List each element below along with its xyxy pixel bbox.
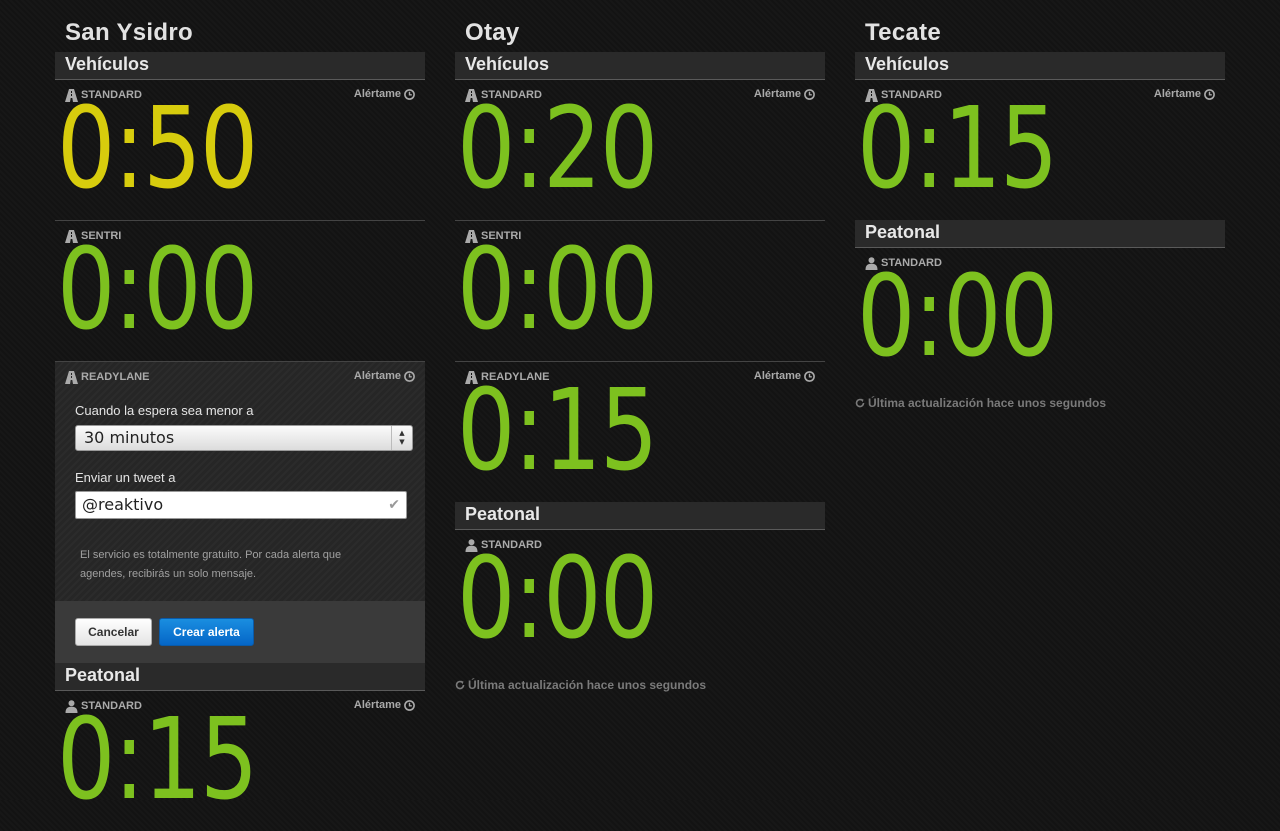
clock-icon [804, 370, 815, 382]
clock-icon [804, 88, 815, 100]
alert-me-link[interactable]: Alértame [1154, 88, 1215, 100]
wait-time: 0:50 [57, 84, 258, 214]
crossing-title: Otay [465, 19, 520, 46]
wait-time: 0:15 [857, 84, 1058, 214]
pedestrian-header: Peatonal [455, 502, 825, 530]
crossing-san-ysidro: San Ysidro Vehículos STANDARD Alértame 0… [55, 0, 425, 831]
clock-icon [404, 370, 415, 382]
lane-readylane: READYLANE Alértame 0:15 [455, 361, 825, 502]
wait-time: 0:15 [57, 695, 258, 825]
tweet-label: Enviar un tweet a [75, 470, 176, 485]
lane-label: READYLANE [65, 370, 149, 384]
refresh-icon [455, 680, 465, 690]
wait-time: 0:20 [457, 84, 658, 214]
cancel-button[interactable]: Cancelar [75, 618, 152, 646]
lane-sentri: SENTRI 0:00 [455, 220, 825, 361]
select-arrows-icon: ▲ ▼ [391, 426, 412, 450]
wait-time: 0:00 [457, 534, 658, 664]
crossing-tecate: Tecate Vehículos STANDARD Alértame 0:15 … [855, 0, 1225, 410]
alert-form-footer: Cancelar Crear alerta [55, 601, 425, 663]
alert-me-link[interactable]: Alértame [354, 370, 415, 382]
create-alert-button[interactable]: Crear alerta [159, 618, 254, 646]
lane-standard: STANDARD Alértame 0:20 [455, 80, 825, 220]
clock-icon [1204, 88, 1215, 100]
vehicles-header: Vehículos [455, 52, 825, 80]
pedestrian-header: Peatonal [855, 220, 1225, 248]
alert-me-link[interactable]: Alértame [754, 88, 815, 100]
pedestrian-header: Peatonal [55, 663, 425, 691]
twitter-handle-input[interactable]: @reaktivo ✔ [75, 491, 407, 519]
vehicles-header: Vehículos [855, 52, 1225, 80]
road-icon [65, 370, 78, 384]
alert-form-panel: READYLANE Alértame Cuando la espera sea … [55, 361, 425, 663]
clock-icon [404, 699, 415, 711]
checkmark-icon: ✔ [388, 497, 400, 513]
wait-time: 0:00 [457, 225, 658, 355]
lane-standard: STANDARD Alértame 0:15 [855, 80, 1225, 220]
lane-pedestrian-standard: STANDARD 0:00 [455, 530, 825, 670]
refresh-icon [855, 398, 865, 408]
alert-me-link[interactable]: Alértame [754, 370, 815, 382]
alert-me-link[interactable]: Alértame [354, 88, 415, 100]
threshold-select[interactable]: 30 minutos ▲ ▼ [75, 425, 413, 451]
crossing-title: San Ysidro [65, 19, 193, 46]
crossing-otay: Otay Vehículos STANDARD Alértame 0:20 SE… [455, 0, 825, 692]
last-update: Última actualización hace unos segundos [455, 678, 825, 692]
lane-sentri: SENTRI 0:00 [55, 220, 425, 361]
last-update: Última actualización hace unos segundos [855, 396, 1225, 410]
condition-label: Cuando la espera sea menor a [75, 403, 254, 418]
lane-standard: STANDARD Alértame 0:50 [55, 80, 425, 220]
lane-pedestrian-standard: STANDARD 0:00 [855, 248, 1225, 388]
crossing-title: Tecate [865, 19, 942, 46]
help-text: El servicio es totalmente gratuito. Por … [80, 549, 342, 580]
wait-time: 0:15 [457, 366, 658, 496]
lane-pedestrian-standard: STANDARD Alértame 0:15 [55, 691, 425, 831]
alert-me-link[interactable]: Alértame [354, 699, 415, 711]
clock-icon [404, 88, 415, 100]
wait-time: 0:00 [57, 225, 258, 355]
vehicles-header: Vehículos [55, 52, 425, 80]
wait-time: 0:00 [857, 252, 1058, 382]
